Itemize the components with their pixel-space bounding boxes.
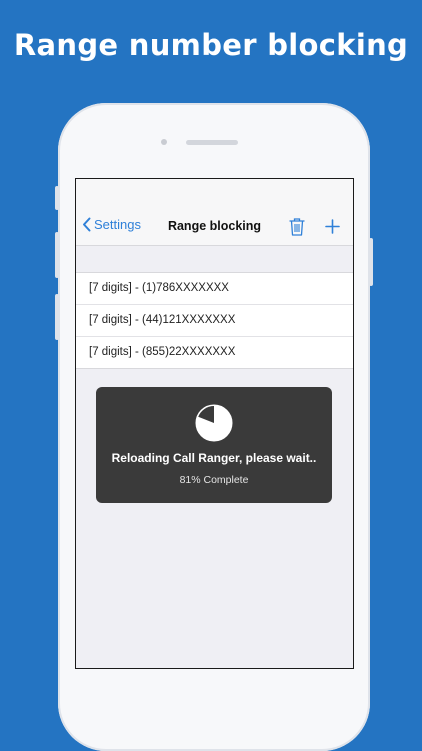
- plus-icon: [325, 219, 340, 234]
- range-row[interactable]: [7 digits] - (1)786XXXXXXX: [76, 273, 353, 305]
- app-screen: Settings Range blocking [7 digits] - (1)…: [75, 178, 354, 669]
- progress-hud: Reloading Call Ranger, please wait.. 81%…: [96, 387, 332, 503]
- progress-message: Reloading Call Ranger, please wait..: [111, 451, 317, 465]
- pie-progress-icon: [195, 404, 233, 442]
- trash-icon: [289, 218, 305, 236]
- range-list: [7 digits] - (1)786XXXXXXX [7 digits] - …: [76, 272, 353, 369]
- navigation-bar: Settings Range blocking: [76, 179, 353, 246]
- earpiece-speaker: [186, 140, 238, 145]
- range-row[interactable]: [7 digits] - (855)22XXXXXXX: [76, 337, 353, 368]
- promo-headline: Range number blocking: [13, 28, 409, 62]
- front-camera: [161, 139, 167, 145]
- page-title: Range blocking: [167, 219, 262, 233]
- range-row[interactable]: [7 digits] - (44)121XXXXXXX: [76, 305, 353, 337]
- delete-button[interactable]: [289, 217, 305, 241]
- add-range-button[interactable]: [325, 219, 340, 239]
- progress-percent: 81% Complete: [179, 474, 249, 486]
